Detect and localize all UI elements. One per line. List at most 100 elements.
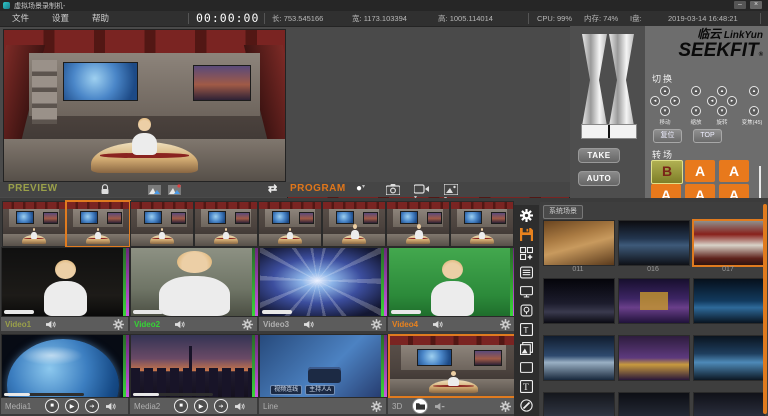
draw-pen-icon[interactable] xyxy=(519,398,534,413)
up-arrow-icon[interactable]: ▴ xyxy=(749,86,759,96)
minimize-button[interactable]: – xyxy=(734,1,746,9)
video-call-chip[interactable]: 视频连线 xyxy=(270,385,302,395)
mini-progress[interactable] xyxy=(133,310,163,314)
record-icon[interactable]: ●▾ xyxy=(356,183,365,194)
gallery-tab-system-scenes[interactable]: 系统场景 xyxy=(543,205,583,219)
camera-angle-4[interactable] xyxy=(194,201,258,247)
mini-progress[interactable] xyxy=(262,310,292,314)
source-name[interactable]: Video1 xyxy=(5,320,39,329)
camera-angle-8[interactable] xyxy=(450,201,514,247)
menu-help[interactable]: 帮助 xyxy=(88,11,113,26)
stop-button[interactable]: ■ xyxy=(45,399,59,413)
up-arrow-icon[interactable]: ▴ xyxy=(717,86,727,96)
camera-angle-2-selected[interactable] xyxy=(65,200,131,248)
speaker-icon[interactable] xyxy=(303,320,314,329)
reset-button[interactable]: 复位 xyxy=(653,129,682,143)
take-button[interactable]: TAKE xyxy=(578,148,620,163)
left-arrow-icon[interactable]: ◂ xyxy=(650,96,660,106)
left-arrow-icon[interactable]: ◂ xyxy=(707,96,717,106)
down-arrow-icon[interactable]: ▾ xyxy=(717,106,727,116)
camera-snapshot-icon[interactable] xyxy=(386,184,400,195)
scene-thumb-011[interactable] xyxy=(543,220,615,266)
mini-progress[interactable] xyxy=(391,310,421,314)
next-button[interactable]: ➔ xyxy=(214,399,228,413)
scene-snapshot-icon[interactable] xyxy=(148,184,161,195)
scene-thumb[interactable] xyxy=(693,392,765,416)
camera-angle-7[interactable] xyxy=(386,201,450,247)
right-arrow-icon[interactable]: ▸ xyxy=(727,96,737,106)
close-button[interactable]: × xyxy=(750,1,762,9)
save-floppy-icon[interactable] xyxy=(519,227,534,242)
scene-thumb-016[interactable] xyxy=(618,220,690,266)
frame-icon[interactable] xyxy=(519,360,534,375)
media-progress[interactable] xyxy=(133,393,213,396)
down-arrow-icon[interactable]: ▾ xyxy=(660,106,670,116)
settings-gear-icon[interactable] xyxy=(519,208,534,223)
playlist-icon[interactable] xyxy=(519,265,534,280)
speaker-icon[interactable] xyxy=(174,320,185,329)
player-name[interactable]: 3D xyxy=(392,402,406,411)
scene-thumb[interactable] xyxy=(693,278,765,324)
rotate-pad[interactable]: ▴ ◂ ▸ ▾ xyxy=(707,86,737,116)
down-arrow-icon[interactable]: ▾ xyxy=(749,106,759,116)
gear-icon[interactable] xyxy=(371,319,382,330)
scene-grid-add-icon[interactable] xyxy=(519,246,534,261)
speaker-icon[interactable] xyxy=(105,402,116,411)
scene-thumb[interactable] xyxy=(618,335,690,381)
scene-thumb[interactable] xyxy=(693,335,765,381)
source-name[interactable]: Video3 xyxy=(263,320,297,329)
player-media1[interactable]: Media1 ■ ▶ ➔ xyxy=(1,334,128,414)
scene-snapshot-add-icon[interactable] xyxy=(168,184,181,195)
zoom-pad[interactable]: ▴ ▾ xyxy=(739,86,768,116)
top-button[interactable]: TOP xyxy=(693,129,722,143)
host-chip[interactable]: 主持人A xyxy=(305,385,335,395)
scene-thumb[interactable] xyxy=(543,335,615,381)
move-pad[interactable]: ▴ ◂ ▸ ▾ xyxy=(650,86,680,116)
player-3d-scene-program[interactable]: 3D xyxy=(388,334,515,414)
gear-icon[interactable] xyxy=(113,319,124,330)
player-name[interactable]: Media2 xyxy=(134,402,168,411)
play-button[interactable]: ▶ xyxy=(65,399,79,413)
display-icon[interactable] xyxy=(519,284,534,299)
gear-icon[interactable] xyxy=(500,319,511,330)
scene-thumb[interactable] xyxy=(543,392,615,416)
source-video4[interactable]: Video4 xyxy=(388,247,515,331)
player-name[interactable]: Media1 xyxy=(5,402,39,411)
scene-thumb[interactable] xyxy=(543,278,615,324)
gallery-scrollbar[interactable] xyxy=(763,204,767,414)
gear-icon[interactable] xyxy=(371,401,382,412)
player-media2[interactable]: Media2 ■ ▶ ➔ xyxy=(130,334,257,414)
mini-progress[interactable] xyxy=(4,310,34,314)
transition-style-a2[interactable]: A xyxy=(685,160,715,182)
auto-button[interactable]: AUTO xyxy=(578,171,620,186)
source-video1[interactable]: Video1 xyxy=(1,247,128,331)
scene-thumb[interactable] xyxy=(618,392,690,416)
camera-angle-1[interactable] xyxy=(2,201,66,247)
speaker-icon[interactable] xyxy=(45,320,56,329)
swap-transition-icon[interactable]: ⇄ xyxy=(268,182,277,195)
up-arrow-icon[interactable]: ▴ xyxy=(691,86,701,96)
menu-file[interactable]: 文件 xyxy=(8,11,33,26)
source-name-selected[interactable]: Video2 xyxy=(134,320,168,329)
stop-button[interactable]: ■ xyxy=(174,399,188,413)
transition-style-b[interactable]: B xyxy=(651,160,683,184)
image-layers-icon[interactable] xyxy=(519,341,534,356)
effect-bulb-icon[interactable] xyxy=(519,303,534,318)
gear-icon[interactable] xyxy=(242,319,253,330)
media-progress[interactable] xyxy=(4,393,84,396)
player-name[interactable]: Line xyxy=(263,402,297,411)
gear-icon[interactable] xyxy=(500,401,511,412)
camera-angle-5[interactable] xyxy=(258,201,322,247)
down-arrow-icon[interactable]: ▾ xyxy=(691,106,701,116)
speaker-muted-icon[interactable] xyxy=(434,402,445,411)
speaker-icon[interactable] xyxy=(432,320,443,329)
preview-monitor[interactable] xyxy=(3,29,286,182)
player-line[interactable]: 视频连线 主持人A Line xyxy=(259,334,386,414)
source-video3[interactable]: Video3 xyxy=(259,247,386,331)
next-button[interactable]: ➔ xyxy=(85,399,99,413)
play-button[interactable]: ▶ xyxy=(194,399,208,413)
open-folder-button[interactable] xyxy=(412,398,428,414)
source-name-program[interactable]: Video4 xyxy=(392,320,426,329)
scene-thumb[interactable] xyxy=(618,278,690,324)
camera-angle-3[interactable] xyxy=(130,201,194,247)
